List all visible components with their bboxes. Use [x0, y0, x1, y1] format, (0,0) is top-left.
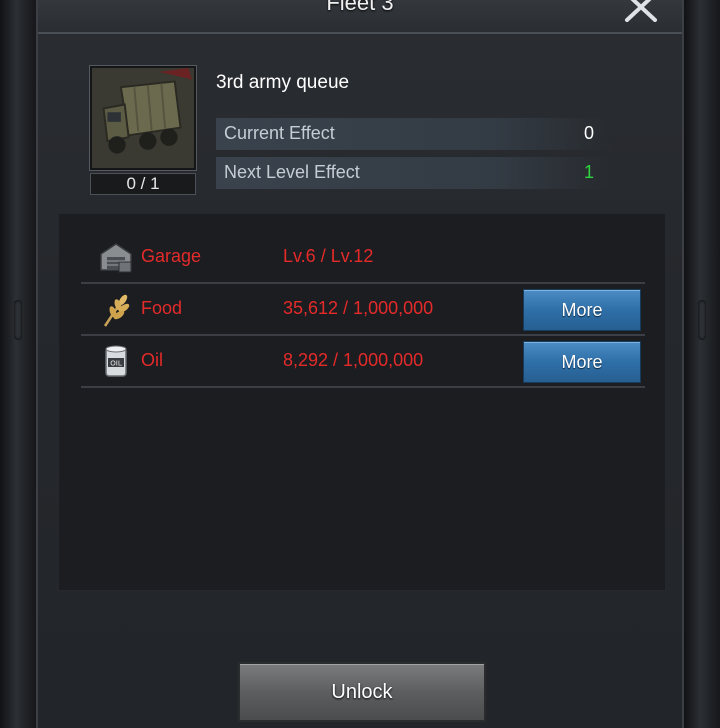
army-truck-icon: [92, 68, 194, 168]
requirement-name: Food: [141, 298, 183, 318]
garage-icon: [100, 243, 132, 273]
next-level-effect-label: Next Level Effect: [224, 162, 360, 182]
requirement-value: 35,612 / 1,000,000: [283, 298, 434, 318]
oil-can-icon: OIL: [105, 345, 127, 377]
rail-bolt: [698, 300, 706, 340]
requirement-name: Garage: [141, 246, 202, 266]
next-level-effect-value: 1: [584, 162, 595, 182]
unlock-button[interactable]: Unlock: [238, 662, 486, 722]
fleet-dialog: Fleet 3 0 / 1 3rd army queue Current Eff…: [36, 0, 684, 728]
requirement-food: Food 35,612 / 1,000,000 More: [81, 284, 645, 336]
current-effect-value: 0: [584, 123, 595, 143]
dialog-title: Fleet 3: [326, 0, 394, 15]
requirement-value: Lv.6 / Lv.12: [283, 246, 374, 266]
item-image: [90, 66, 196, 170]
close-button[interactable]: [622, 0, 660, 22]
item-name: 3rd army queue: [216, 72, 350, 93]
food-more-button[interactable]: More: [523, 289, 641, 331]
title-bar: Fleet 3: [38, 0, 682, 34]
item-count: 0 / 1: [90, 173, 196, 195]
right-rail: [684, 0, 720, 728]
requirement-name: Oil: [141, 350, 163, 370]
svg-text:OIL: OIL: [110, 360, 122, 368]
requirement-value: 8,292 / 1,000,000: [283, 350, 424, 370]
oil-more-button[interactable]: More: [523, 341, 641, 383]
requirements-panel: Garage Lv.6 / Lv.12 Food 35,612 / 1,000,…: [58, 213, 666, 591]
current-effect-row: Current Effect 0: [216, 118, 612, 150]
left-rail: [0, 0, 36, 728]
close-icon: [625, 0, 657, 22]
current-effect-label: Current Effect: [224, 123, 335, 143]
wheat-icon: [103, 294, 130, 327]
requirement-oil: OIL Oil 8,292 / 1,000,000 More: [81, 336, 645, 388]
rail-bolt: [14, 300, 22, 340]
requirement-garage: Garage Lv.6 / Lv.12: [81, 232, 645, 284]
next-level-effect-row: Next Level Effect 1: [216, 157, 612, 189]
